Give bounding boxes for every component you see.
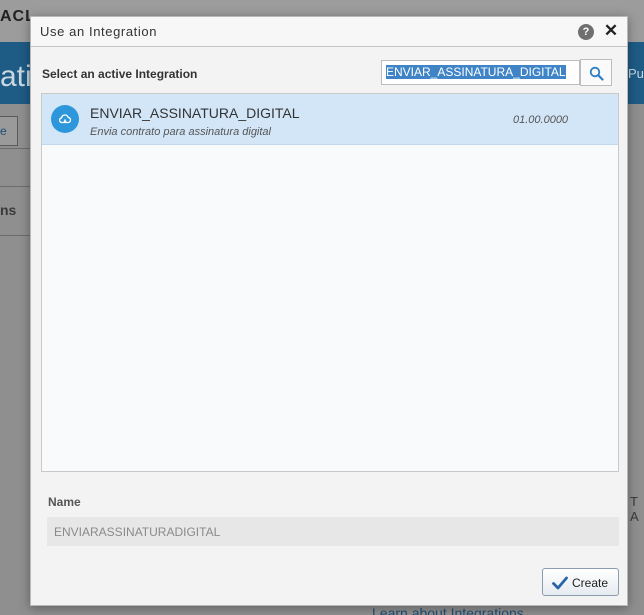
- name-label: Name: [48, 495, 81, 509]
- background-band-right-text: Pu: [628, 66, 644, 81]
- use-integration-dialog: Use an Integration ? ✕ Select an active …: [30, 16, 628, 606]
- integration-description: Envia contrato para assinatura digital: [90, 126, 271, 138]
- create-button-label: Create: [572, 576, 609, 590]
- background-tab: e: [0, 116, 18, 146]
- integration-name: ENVIAR_ASSINATURA_DIGITAL: [90, 105, 300, 121]
- search-input-value: ENVIAR_ASSINATURA_DIGITAL: [386, 65, 566, 79]
- name-field-value: ENVIARASSINATURADIGITAL: [54, 525, 221, 539]
- name-field: ENVIARASSINATURADIGITAL: [47, 517, 619, 546]
- integration-list[interactable]: ENVIAR_ASSINATURA_DIGITAL Envia contrato…: [41, 93, 619, 472]
- create-button[interactable]: Create: [542, 568, 619, 596]
- help-icon[interactable]: ?: [578, 24, 594, 40]
- background-section-label: ns: [0, 202, 17, 218]
- list-item[interactable]: ENVIAR_ASSINATURA_DIGITAL Envia contrato…: [42, 94, 618, 145]
- search-input[interactable]: ENVIAR_ASSINATURA_DIGITAL: [381, 60, 580, 85]
- background-tab-label: e: [0, 124, 7, 138]
- integration-version: 01.00.0000: [513, 114, 569, 126]
- close-icon[interactable]: ✕: [603, 22, 619, 40]
- search-icon: [589, 66, 604, 81]
- dialog-header: Use an Integration ? ✕: [31, 17, 627, 47]
- background-right-label: T A: [630, 494, 639, 524]
- dialog-title: Use an Integration: [40, 24, 158, 39]
- search-button[interactable]: [580, 59, 612, 86]
- checkmark-icon: [552, 576, 568, 590]
- cloud-icon: [51, 105, 79, 133]
- select-integration-label: Select an active Integration: [42, 67, 198, 81]
- background-learn-link: Learn about Integrations: [372, 605, 524, 615]
